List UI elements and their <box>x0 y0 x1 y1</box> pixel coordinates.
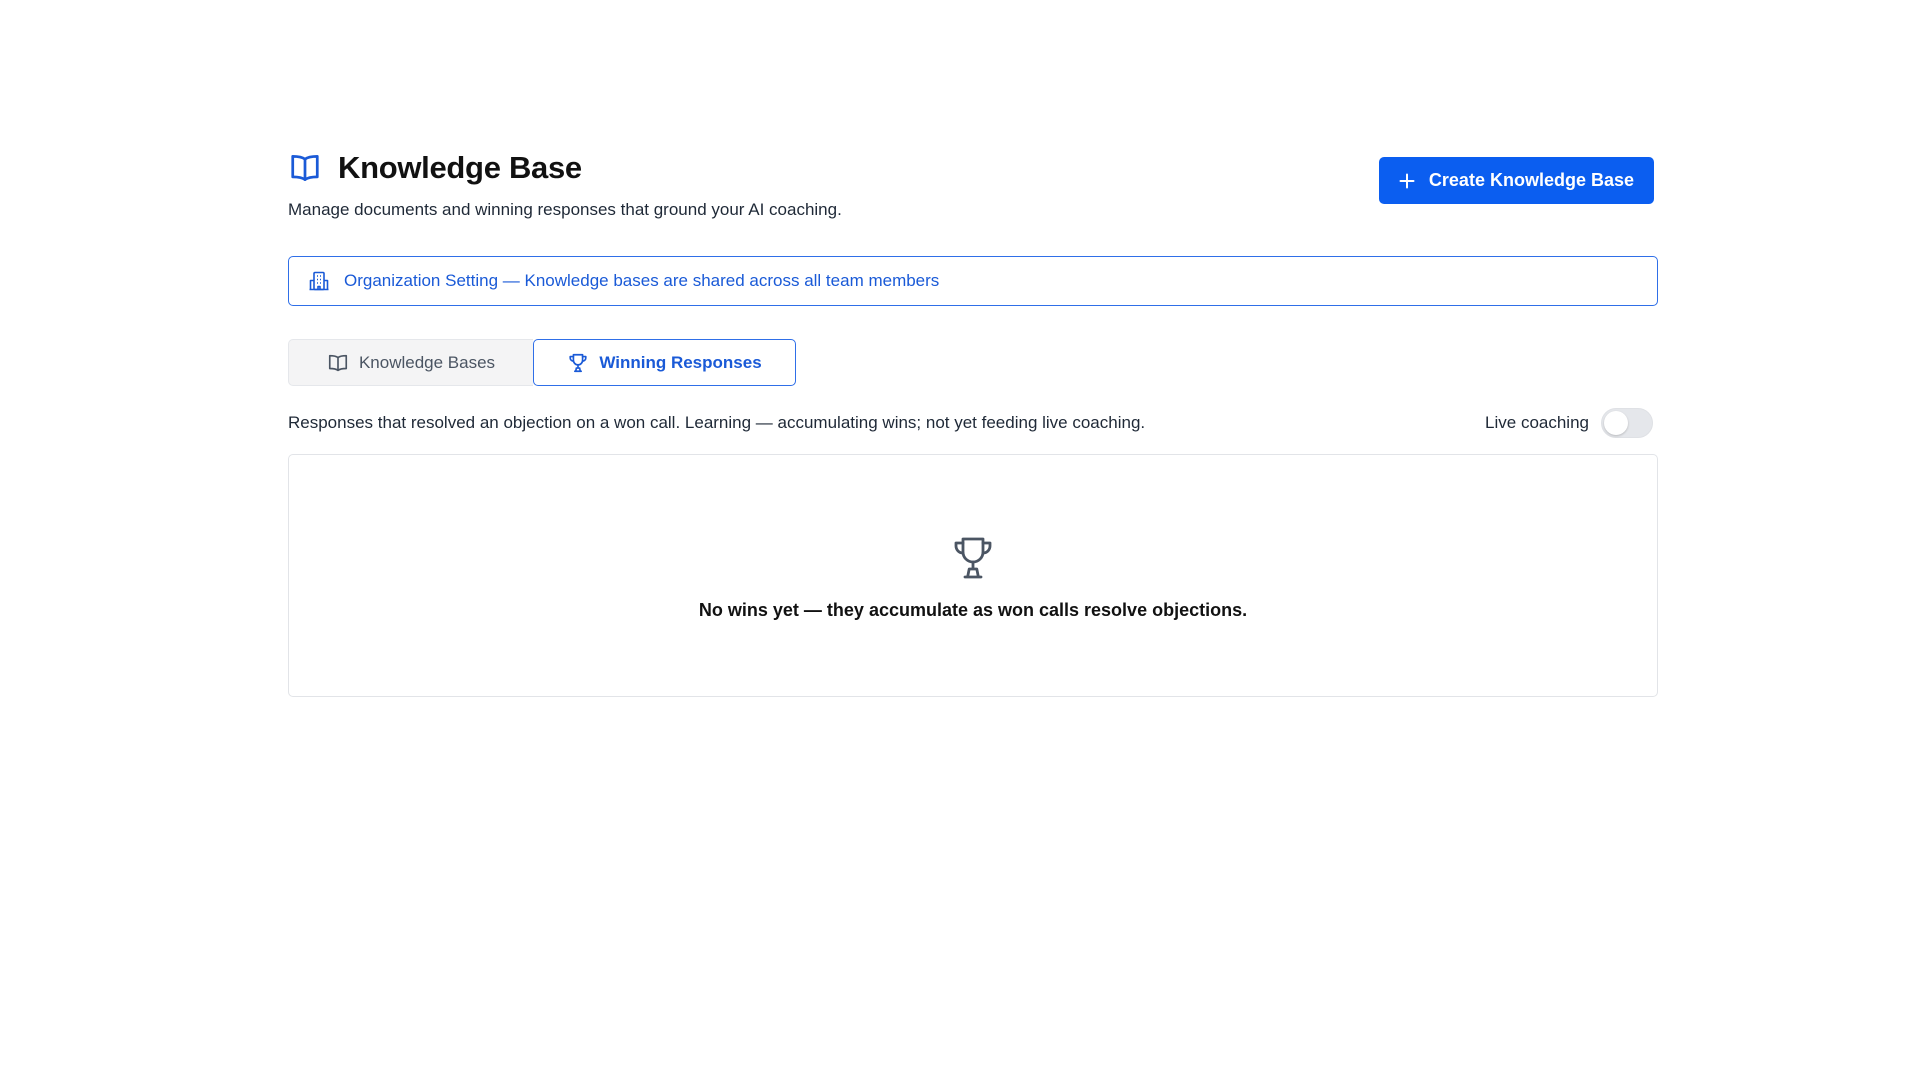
page-subtitle: Manage documents and winning responses t… <box>288 200 842 219</box>
live-coaching-label: Live coaching <box>1485 413 1589 432</box>
trophy-icon <box>949 536 997 580</box>
create-knowledge-base-label: Create Knowledge Base <box>1428 170 1634 190</box>
winning-responses-description-row: Responses that resolved an objection on … <box>288 408 1658 438</box>
plus-icon <box>1399 173 1415 189</box>
empty-state-text: No wins yet — they accumulate as won cal… <box>698 600 1248 620</box>
page-title: Knowledge Base <box>338 150 582 185</box>
title-block: Knowledge Base Manage documents and winn… <box>288 150 842 220</box>
tab-knowledge-bases-label: Knowledge Bases <box>358 352 496 372</box>
toggle-knob <box>1604 411 1628 435</box>
live-coaching-toggle[interactable] <box>1601 408 1653 438</box>
knowledge-base-page: Knowledge Base Manage documents and winn… <box>288 150 1658 697</box>
book-icon <box>288 153 322 183</box>
book-icon <box>327 352 349 374</box>
tab-winning-responses-label: Winning Responses <box>599 352 762 372</box>
tab-bar: Knowledge Bases Winning Responses <box>288 339 796 386</box>
tab-winning-responses[interactable]: Winning Responses <box>533 339 796 386</box>
trophy-icon <box>567 352 589 374</box>
winning-responses-description: Responses that resolved an objection on … <box>288 413 1146 432</box>
live-coaching-control: Live coaching <box>1485 408 1653 438</box>
page-header: Knowledge Base Manage documents and winn… <box>288 150 1658 220</box>
building-icon <box>308 270 330 292</box>
organization-setting-text: Organization Setting — Knowledge bases a… <box>344 271 940 290</box>
organization-setting-banner: Organization Setting — Knowledge bases a… <box>288 256 1658 306</box>
winning-responses-empty-state: No wins yet — they accumulate as won cal… <box>288 454 1658 697</box>
tab-knowledge-bases[interactable]: Knowledge Bases <box>288 339 533 386</box>
title-line: Knowledge Base <box>288 150 842 186</box>
create-knowledge-base-button[interactable]: Create Knowledge Base <box>1378 157 1654 204</box>
